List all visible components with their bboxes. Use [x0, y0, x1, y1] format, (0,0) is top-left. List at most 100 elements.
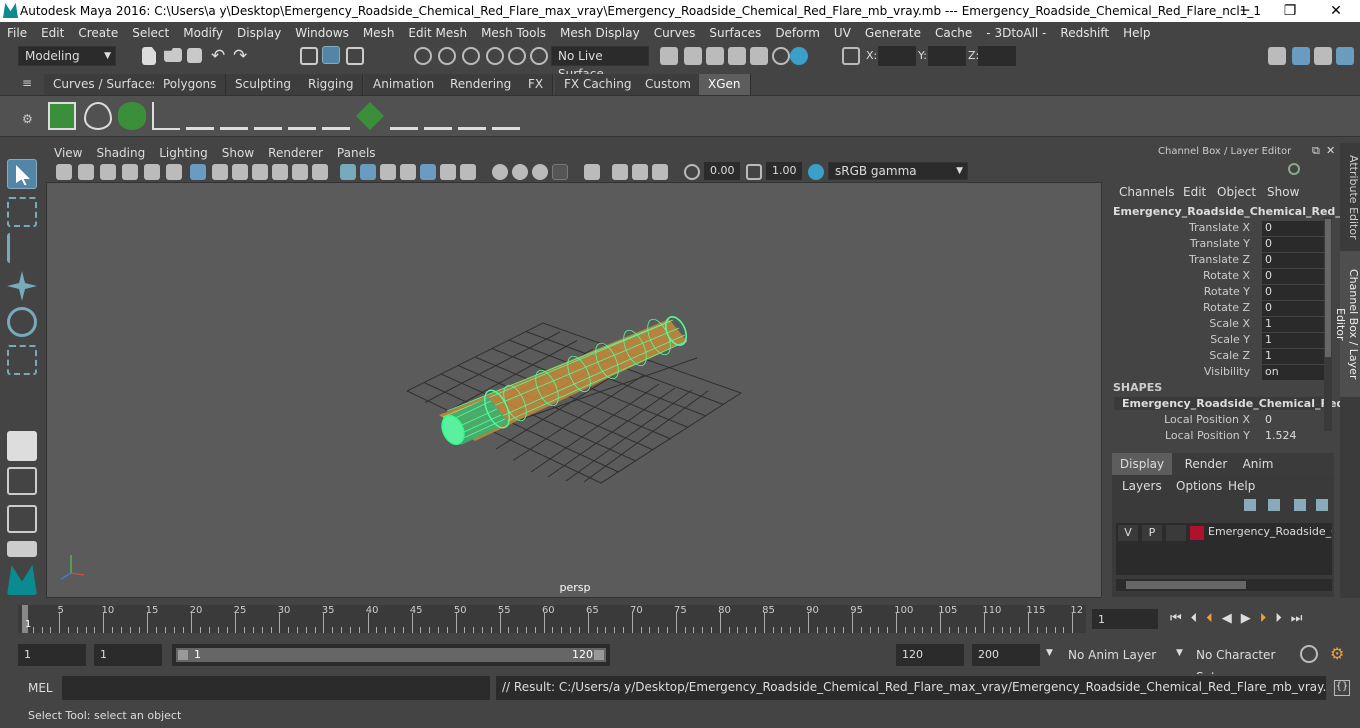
select-by-object-icon[interactable]: [322, 46, 340, 64]
save-scene-icon[interactable]: [187, 48, 202, 63]
attribute-editor-tab[interactable]: Attribute Editor: [1340, 151, 1360, 243]
channel-value[interactable]: 1: [1262, 317, 1332, 332]
channel-rotate-y[interactable]: Rotate Y 0: [1112, 285, 1334, 301]
close-button[interactable]: ✕: [1313, 0, 1359, 22]
xgen-add-description-icon[interactable]: [152, 102, 180, 130]
paint-select-tool-icon[interactable]: [7, 233, 37, 263]
grid-icon[interactable]: [190, 164, 206, 180]
exposure-input[interactable]: 0.00: [704, 162, 740, 180]
shadows-icon[interactable]: [440, 164, 456, 180]
render-view-icon[interactable]: [684, 47, 702, 65]
gamma-input[interactable]: 1.00: [766, 162, 802, 180]
move-layer-up-icon[interactable]: [1244, 499, 1256, 511]
range-slider[interactable]: 1 120: [172, 644, 610, 666]
attribute-editor-toggle-icon[interactable]: [1292, 47, 1310, 65]
field-chart-icon[interactable]: [272, 164, 288, 180]
grease-pencil-icon[interactable]: [166, 164, 182, 180]
menu-edit-mesh[interactable]: Edit Mesh: [401, 26, 474, 40]
xgen-bend-icon[interactable]: [390, 102, 418, 130]
minimize-button[interactable]: ─: [1222, 0, 1268, 22]
tool-settings-toggle-icon[interactable]: [1314, 47, 1332, 65]
tab-fx[interactable]: FX: [519, 74, 554, 95]
anim-layer-selector[interactable]: No Anim Layer: [1062, 644, 1162, 666]
range-start-handle[interactable]: [178, 650, 188, 660]
step-forward-frame-icon[interactable]: ⏵: [1275, 611, 1291, 626]
smooth-shade-icon[interactable]: [360, 164, 376, 180]
channel-box-option-icon[interactable]: [1288, 163, 1300, 175]
film-gate-icon[interactable]: [212, 164, 228, 180]
layer-menu-options[interactable]: Options: [1176, 479, 1222, 493]
layer-visibility-toggle[interactable]: V: [1118, 525, 1138, 541]
shape-local-position-y[interactable]: Local Position Y 1.524: [1112, 429, 1334, 445]
xray-icon[interactable]: [552, 164, 568, 180]
textured-icon[interactable]: [400, 164, 416, 180]
move-tool-icon[interactable]: [7, 271, 37, 301]
tab-polygons[interactable]: Polygons: [154, 74, 227, 95]
gamma-icon[interactable]: [746, 164, 762, 180]
chevron-down-icon[interactable]: ▼: [1176, 648, 1183, 658]
viewport-menu-renderer[interactable]: Renderer: [261, 146, 330, 160]
channel-value[interactable]: 0: [1262, 221, 1332, 236]
single-view-layout-icon[interactable]: [7, 431, 37, 461]
select-by-hierarchy-icon[interactable]: [300, 47, 318, 65]
safe-title-icon[interactable]: [312, 164, 328, 180]
channel-visibility[interactable]: Visibility on: [1112, 365, 1334, 381]
scrollbar-thumb[interactable]: [1325, 219, 1331, 357]
xgen-delete-guide-icon[interactable]: [492, 102, 520, 130]
perspective-viewport[interactable]: persp: [46, 182, 1102, 598]
render-current-icon[interactable]: [706, 47, 724, 65]
viewport-menu-view[interactable]: View: [46, 146, 89, 160]
menu-windows[interactable]: Windows: [288, 26, 356, 40]
channel-rotate-z[interactable]: Rotate Z 0: [1112, 301, 1334, 317]
motion-blur-icon[interactable]: [492, 164, 508, 180]
new-layer-icon[interactable]: [1294, 499, 1306, 511]
snap-to-view-plane-icon[interactable]: [486, 47, 504, 65]
tab-display[interactable]: Display: [1112, 453, 1172, 475]
script-language-toggle[interactable]: MEL: [28, 681, 53, 695]
menu-mesh-display[interactable]: Mesh Display: [553, 26, 647, 40]
character-set-selector[interactable]: No Character Set: [1190, 644, 1290, 684]
auto-key-icon[interactable]: [1300, 645, 1318, 663]
channel-value[interactable]: 1: [1262, 349, 1332, 364]
mode-selector[interactable]: Modeling ▼: [18, 46, 116, 66]
live-surface-field[interactable]: No Live Surface: [551, 46, 649, 81]
scrollbar-thumb[interactable]: [1126, 581, 1246, 589]
go-to-end-icon[interactable]: ⏭: [1291, 611, 1312, 626]
menu-mesh[interactable]: Mesh: [356, 26, 402, 40]
channel-value[interactable]: 1.524: [1262, 429, 1332, 444]
maximize-button[interactable]: ❐: [1267, 0, 1313, 22]
rotate-tool-icon[interactable]: [7, 307, 37, 337]
layer-playback-toggle[interactable]: P: [1142, 525, 1162, 541]
xgen-select-guide-icon[interactable]: [254, 102, 282, 130]
undo-icon[interactable]: ↶: [211, 46, 229, 66]
viewport-menu-panels[interactable]: Panels: [330, 146, 383, 160]
selected-object-name[interactable]: Emergency_Roadside_Chemical_Red_F...: [1113, 205, 1359, 218]
lasso-tool-icon[interactable]: [7, 197, 37, 227]
channel-value[interactable]: 0: [1262, 253, 1332, 268]
shelf-settings-gear-icon[interactable]: ⚙: [22, 112, 33, 126]
xgen-window-icon[interactable]: [48, 102, 76, 130]
channel-value[interactable]: on: [1262, 365, 1332, 380]
channel-scale-x[interactable]: Scale X 1: [1112, 317, 1334, 333]
select-tool-icon[interactable]: [7, 159, 37, 189]
playback-end-input[interactable]: 120: [896, 644, 964, 666]
anti-aliasing-icon[interactable]: [512, 164, 528, 180]
isolate-select-icon[interactable]: [584, 164, 600, 180]
viewport-menu-show[interactable]: Show: [215, 146, 261, 160]
snap-to-point-icon[interactable]: [462, 47, 480, 65]
tab-anim[interactable]: Anim: [1236, 453, 1280, 475]
scale-tool-icon[interactable]: [7, 345, 37, 375]
tab-animation[interactable]: Animation: [364, 74, 445, 95]
new-scene-icon[interactable]: [142, 47, 156, 65]
channel-value[interactable]: 0: [1262, 301, 1332, 316]
animation-preferences-icon[interactable]: ⚙: [1330, 644, 1344, 663]
depth-of-field-icon[interactable]: [532, 164, 548, 180]
safe-action-icon[interactable]: [292, 164, 308, 180]
xgen-sculpt-guide-icon[interactable]: [322, 102, 350, 130]
new-layer-selected-icon[interactable]: [1316, 499, 1328, 511]
xgen-preview-icon[interactable]: [84, 102, 112, 130]
cb-menu-edit[interactable]: Edit: [1183, 185, 1206, 199]
menu-cache[interactable]: Cache: [928, 26, 979, 40]
cb-menu-channels[interactable]: Channels: [1119, 185, 1175, 199]
2d-pan-zoom-icon[interactable]: [144, 164, 160, 180]
